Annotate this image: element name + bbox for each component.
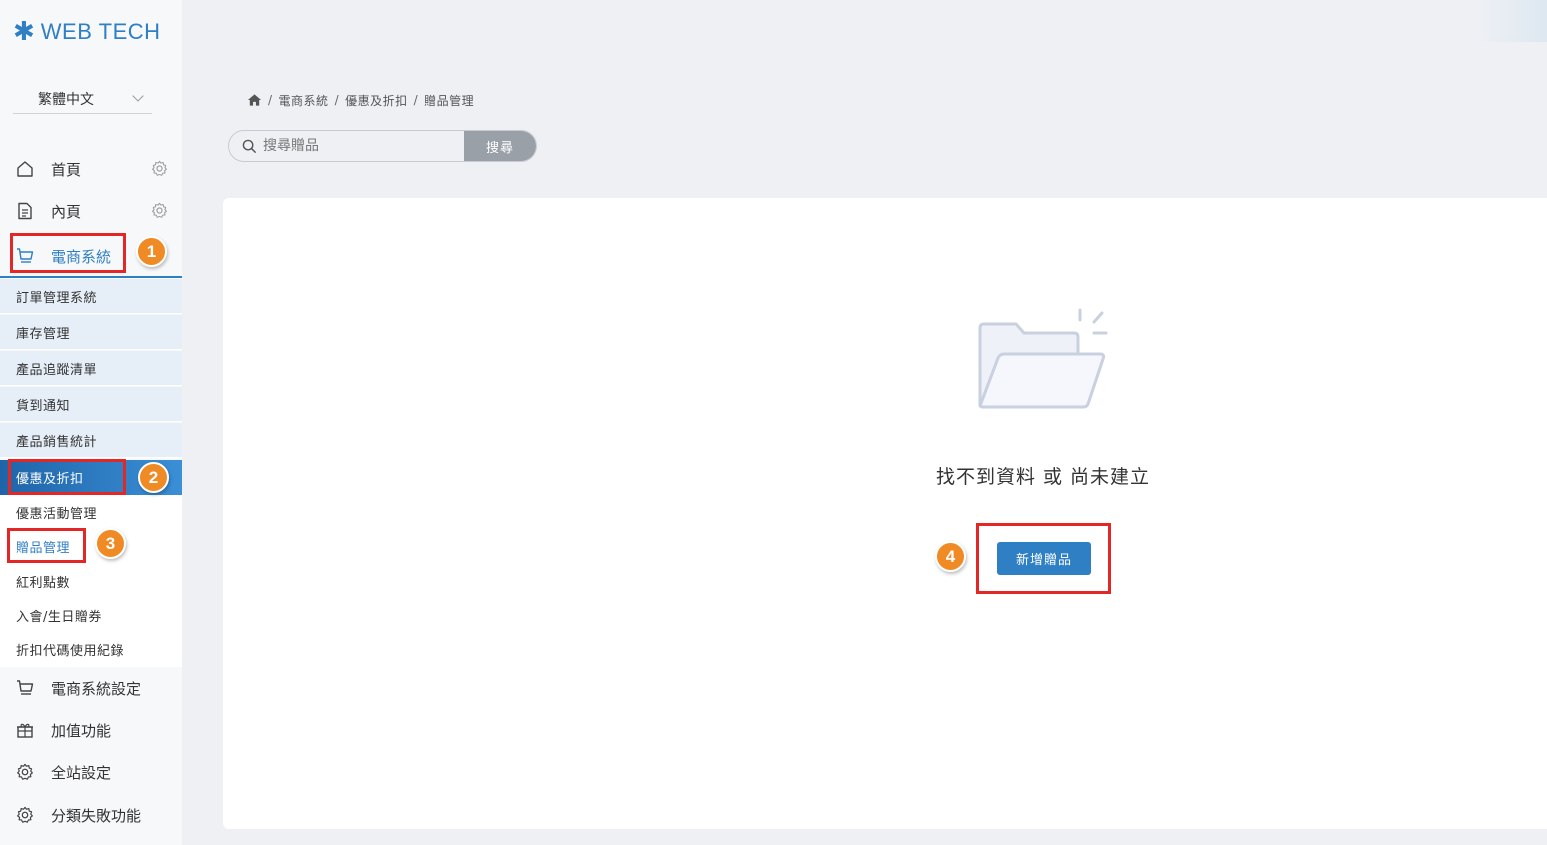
nav-label-ecommerce: 電商系統	[51, 247, 112, 266]
cart-icon	[16, 679, 34, 697]
nav-item-ecommerce-settings[interactable]: 電商系統設定	[0, 669, 182, 707]
submenu-bonus-points[interactable]: 紅利點數	[0, 564, 182, 599]
submenu-arrival-notice[interactable]: 貨到通知	[0, 387, 182, 422]
submenu-gift-management[interactable]: 贈品管理	[0, 529, 182, 564]
nav-label-category-fail: 分類失敗功能	[51, 806, 142, 825]
gear-icon[interactable]	[151, 202, 168, 219]
breadcrumb: / 電商系統 / 優惠及折扣 / 贈品管理	[247, 90, 474, 110]
top-right-gradient	[1477, 0, 1547, 42]
asterisk-logo-icon: ✱	[13, 17, 35, 47]
breadcrumb-ecommerce[interactable]: 電商系統	[279, 92, 329, 109]
submenu-order-management[interactable]: 訂單管理系統	[0, 279, 182, 314]
submenu-product-tracking[interactable]: 產品追蹤清單	[0, 351, 182, 386]
document-icon	[16, 202, 34, 220]
empty-folder-icon	[976, 306, 1110, 414]
gear-icon[interactable]	[151, 160, 168, 177]
language-value: 繁體中文	[38, 91, 94, 108]
submenu-discount-code-log[interactable]: 折扣代碼使用紀錄	[0, 632, 182, 667]
gear-icon	[16, 806, 34, 824]
cart-icon	[16, 247, 34, 265]
chevron-down-icon	[132, 90, 144, 102]
submenu-promotion-management[interactable]: 優惠活動管理	[0, 495, 182, 530]
nav-label-home: 首頁	[51, 160, 82, 179]
annotation-badge-3: 3	[95, 528, 126, 559]
home-icon	[16, 160, 34, 178]
breadcrumb-discounts[interactable]: 優惠及折扣	[345, 92, 408, 109]
nav-item-site-settings[interactable]: 全站設定	[0, 753, 182, 791]
logo-text: WEB TECH	[40, 19, 161, 44]
gift-icon	[16, 721, 34, 739]
search-icon	[229, 131, 263, 161]
nav-label-inner: 內頁	[51, 202, 82, 221]
submenu-sales-statistics[interactable]: 產品銷售統計	[0, 423, 182, 458]
nav-label-addons: 加值功能	[51, 721, 112, 740]
search-input[interactable]	[263, 131, 464, 161]
annotation-badge-4: 4	[935, 541, 966, 572]
search-bar: 搜尋	[228, 130, 537, 162]
gear-icon	[16, 763, 34, 781]
add-gift-button[interactable]: 新增贈品	[997, 542, 1091, 575]
home-icon[interactable]	[247, 93, 262, 107]
sidebar: ✱ WEB TECH 繁體中文 首頁 內頁 電商系統 訂單管理系統 庫存管理 產…	[0, 0, 182, 845]
empty-state-message: 找不到資料 或 尚未建立	[935, 466, 1151, 488]
submenu-inventory[interactable]: 庫存管理	[0, 315, 182, 350]
content-panel	[223, 198, 1547, 829]
logo[interactable]: ✱ WEB TECH	[13, 18, 161, 46]
search-button[interactable]: 搜尋	[464, 131, 536, 161]
nav-item-addons[interactable]: 加值功能	[0, 711, 182, 749]
breadcrumb-gift-management: 贈品管理	[424, 93, 475, 108]
nav-item-category-fail[interactable]: 分類失敗功能	[0, 796, 182, 834]
nav-item-home[interactable]: 首頁	[0, 150, 182, 188]
nav-item-inner[interactable]: 內頁	[0, 192, 182, 230]
nav-label-site-settings: 全站設定	[51, 763, 112, 782]
language-select[interactable]: 繁體中文	[13, 84, 152, 114]
annotation-badge-2: 2	[138, 462, 169, 493]
annotation-badge-1: 1	[136, 236, 167, 267]
submenu-member-birthday-coupon[interactable]: 入會/生日贈券	[0, 598, 182, 633]
nav-label-ecommerce-settings: 電商系統設定	[51, 679, 142, 698]
